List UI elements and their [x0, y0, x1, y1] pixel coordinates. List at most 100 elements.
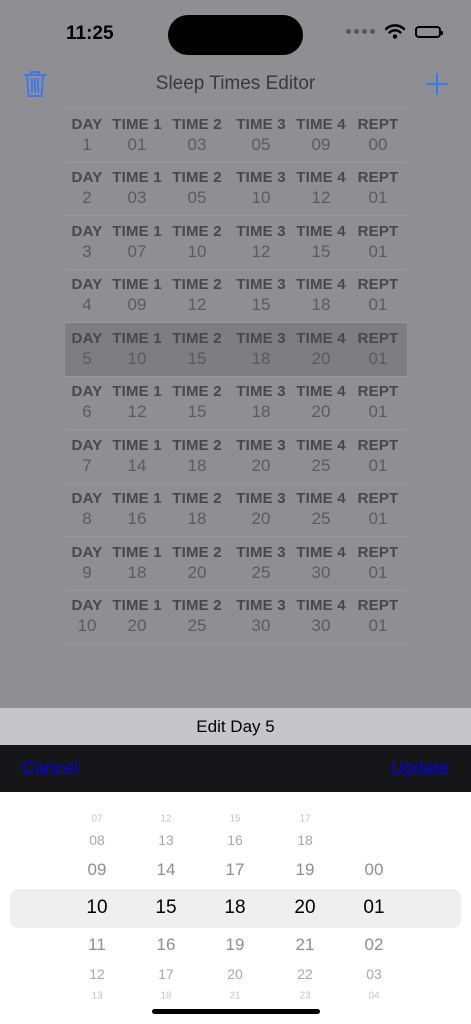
picker-value[interactable]: 04	[339, 991, 409, 1002]
picker-column[interactable]: 07 08 09 10 11 12 13	[62, 792, 132, 1002]
repeat-label: REPT	[357, 543, 399, 561]
plus-icon[interactable]	[424, 71, 450, 97]
picker-selected-value[interactable]: 18	[200, 897, 270, 919]
time-2-label: TIME 2	[172, 383, 222, 401]
picker-value[interactable]: 00	[339, 860, 409, 880]
picker-value[interactable]: 07	[62, 814, 132, 825]
picker-value[interactable]: 18	[131, 991, 201, 1002]
picker-value[interactable]: 19	[270, 860, 340, 880]
picker-value[interactable]: 03	[339, 966, 409, 982]
picker-value[interactable]: 13	[131, 832, 201, 848]
time-1-label: TIME 1	[112, 543, 162, 561]
cell-day: DAY 3	[65, 216, 109, 269]
repeat-value: 01	[368, 562, 388, 582]
cell-time-4: TIME 4 12	[293, 163, 349, 216]
picker-value[interactable]: 09	[62, 860, 132, 880]
time-4-value: 20	[311, 402, 331, 422]
day-label: DAY	[71, 276, 103, 294]
table-row[interactable]: DAY 2 TIME 1 03 TIME 2 05 TIME 3 10 TIME 4 12 REPT…	[65, 161, 407, 216]
update-button[interactable]: Update	[391, 758, 449, 779]
time-4-label: TIME 4	[296, 490, 346, 508]
cell-day: DAY 9	[65, 537, 109, 590]
table-row[interactable]: DAY 1 TIME 1 01 TIME 2 03 TIME 3 05 TIME 4 09 REPT…	[65, 108, 407, 162]
picker-value[interactable]: 17	[270, 814, 340, 825]
cell-time-4: TIME 4 15	[293, 216, 349, 269]
time-3-value: 15	[251, 295, 271, 315]
time-2-value: 10	[187, 241, 207, 261]
picker-value[interactable]: 02	[339, 935, 409, 955]
time-3-value: 12	[251, 241, 271, 261]
time-1-value: 03	[127, 188, 147, 208]
table-row[interactable]: DAY 10 TIME 1 20 TIME 2 25 TIME 3 30 TIME 4 30 REP…	[65, 589, 407, 644]
table-row[interactable]: DAY 5 TIME 1 10 TIME 2 15 TIME 3 18 TIME 4 20 REPT…	[65, 322, 407, 376]
table-row[interactable]: DAY 4 TIME 1 09 TIME 2 12 TIME 3 15 TIME 4 18 REPT…	[65, 268, 407, 323]
picker-value[interactable]: 16	[131, 935, 201, 955]
time-3-label: TIME 3	[236, 329, 286, 347]
picker-column[interactable]: 12 13 14 15 16 17 18	[131, 792, 201, 1002]
picker-value[interactable]: 21	[270, 935, 340, 955]
time-3-value: 20	[251, 509, 271, 529]
time-2-label: TIME 2	[172, 543, 222, 561]
table-row[interactable]: DAY 7 TIME 1 14 TIME 2 18 TIME 3 20 TIME 4 25 REPT…	[65, 429, 407, 483]
picker-value[interactable]: 14	[131, 860, 201, 880]
time-2-label: TIME 2	[172, 490, 222, 508]
time-2-value: 18	[187, 509, 207, 529]
picker-column[interactable]: 00 01 02 03 04	[339, 792, 409, 1002]
time-picker[interactable]: 07 08 09 10 11 12 13 12 13 14 15 16 17 18 15 16 17 18 19 20…	[0, 792, 471, 1002]
day-label: DAY	[71, 543, 103, 561]
picker-value[interactable]: 22	[270, 966, 340, 982]
picker-column[interactable]: 17 18 19 20 21 22 23	[270, 792, 340, 1002]
time-3-value: 10	[251, 188, 271, 208]
picker-selected-value[interactable]: 15	[131, 897, 201, 919]
picker-value[interactable]: 20	[200, 966, 270, 982]
page-title: Sleep Times Editor	[155, 73, 316, 94]
picker-value[interactable]: 16	[200, 832, 270, 848]
repeat-label: REPT	[357, 329, 399, 347]
picker-value[interactable]: 18	[270, 832, 340, 848]
picker-selected-value[interactable]: 20	[270, 897, 340, 919]
picker-value[interactable]: 19	[200, 935, 270, 955]
table-row[interactable]: DAY 9 TIME 1 18 TIME 2 20 TIME 3 25 TIME 4 30 REPT…	[65, 536, 407, 590]
picker-value[interactable]: 11	[62, 935, 132, 955]
day-value: 8	[82, 509, 92, 529]
time-2-value: 25	[187, 616, 207, 636]
cell-time-1: TIME 1 09	[109, 270, 165, 323]
picker-value[interactable]: 23	[270, 991, 340, 1002]
cell-day: DAY 8	[65, 484, 109, 537]
time-3-label: TIME 3	[236, 276, 286, 294]
picker-value[interactable]: 15	[200, 814, 270, 825]
cell-day: DAY 2	[65, 163, 109, 216]
cell-time-1: TIME 1 07	[109, 216, 165, 269]
time-4-label: TIME 4	[296, 169, 346, 187]
cancel-button[interactable]: Cancel	[22, 758, 78, 779]
cell-time-1: TIME 1 18	[109, 537, 165, 590]
time-1-label: TIME 1	[112, 169, 162, 187]
battery-icon	[415, 25, 443, 38]
table-row[interactable]: DAY 3 TIME 1 07 TIME 2 10 TIME 3 12 TIME 4 15 REPT…	[65, 215, 407, 269]
table-row[interactable]: DAY 6 TIME 1 12 TIME 2 15 TIME 3 18 TIME 4 20 REPT…	[65, 375, 407, 430]
picker-column[interactable]: 15 16 17 18 19 20 21	[200, 792, 270, 1002]
picker-selected-value[interactable]: 01	[339, 897, 409, 919]
cell-repeat: REPT 01	[349, 591, 407, 644]
time-4-label: TIME 4	[296, 543, 346, 561]
table-row[interactable]: DAY 8 TIME 1 16 TIME 2 18 TIME 3 20 TIME 4 25 REPT…	[65, 482, 407, 537]
picker-value[interactable]: 17	[200, 860, 270, 880]
picker-value[interactable]: 13	[62, 991, 132, 1002]
picker-value[interactable]: 12	[131, 814, 201, 825]
picker-value[interactable]: 12	[62, 966, 132, 982]
time-3-label: TIME 3	[236, 490, 286, 508]
picker-value[interactable]: 08	[62, 832, 132, 848]
picker-selected-value[interactable]: 10	[62, 897, 132, 919]
time-3-label: TIME 3	[236, 383, 286, 401]
picker-value[interactable]: 17	[131, 966, 201, 982]
cell-time-1: TIME 1 01	[109, 109, 165, 162]
time-1-value: 01	[127, 134, 147, 154]
cell-time-2: TIME 2 05	[165, 163, 229, 216]
time-3-label: TIME 3	[236, 115, 286, 133]
picker-value[interactable]: 21	[200, 991, 270, 1002]
time-2-label: TIME 2	[172, 222, 222, 240]
cell-time-3: TIME 3 25	[229, 537, 293, 590]
time-1-value: 14	[127, 455, 147, 475]
cell-time-1: TIME 1 03	[109, 163, 165, 216]
time-4-value: 20	[311, 348, 331, 368]
